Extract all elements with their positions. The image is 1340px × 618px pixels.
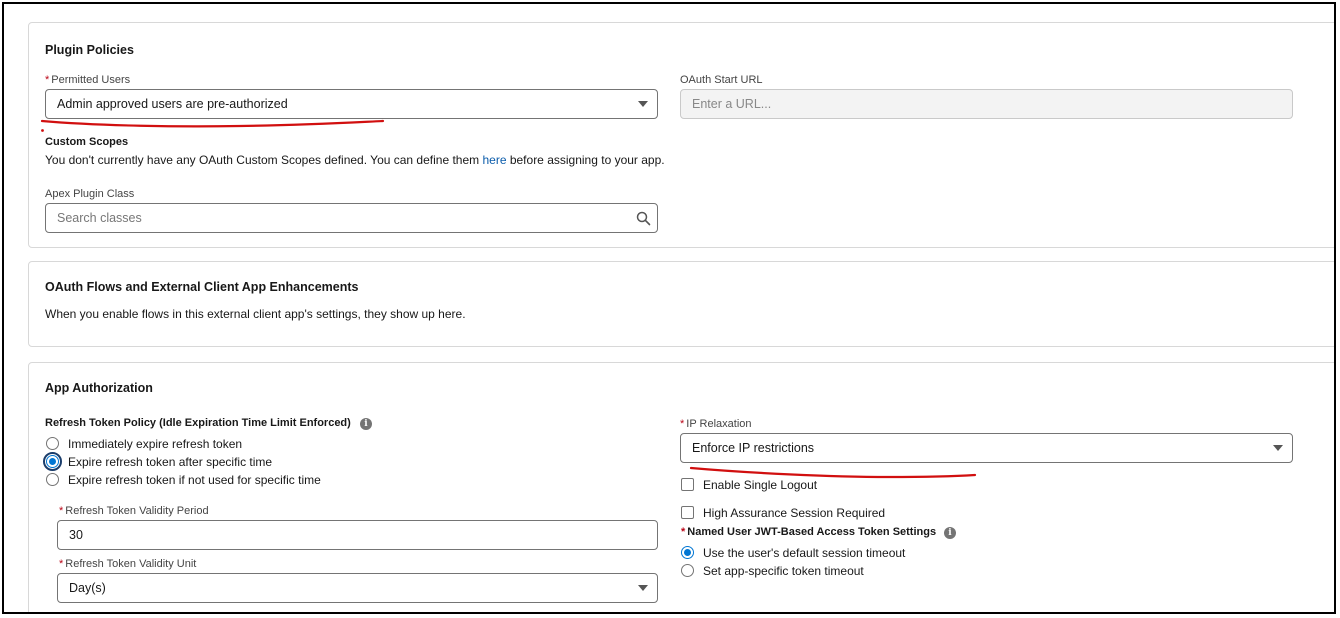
oauth-start-url-input[interactable]: Enter a URL...	[680, 89, 1293, 119]
custom-scopes-title: Custom Scopes	[45, 136, 129, 148]
option-expire-if-unused-label: Expire refresh token if not used for spe…	[68, 473, 321, 487]
required-mark: *	[681, 526, 686, 538]
required-mark: *	[45, 74, 50, 86]
app-authorization-card: App Authorization Refresh Token Policy (…	[28, 362, 1334, 612]
plugin-policies-card: Plugin Policies * Permitted Users Admin a…	[28, 22, 1334, 248]
ip-relaxation-select[interactable]: Enforce IP restrictions	[680, 433, 1293, 463]
apex-plugin-class-label: Apex Plugin Class	[45, 188, 135, 200]
chevron-down-icon	[638, 585, 648, 591]
oauth-start-url-label: OAuth Start URL	[680, 74, 763, 86]
high-assurance-checkbox[interactable]	[681, 506, 694, 519]
refresh-token-validity-unit-select[interactable]: Day(s)	[57, 573, 658, 603]
radio-expire-after-time[interactable]	[46, 455, 59, 468]
option-immediately-expire-label: Immediately expire refresh token	[68, 437, 243, 451]
define-scopes-link[interactable]: here	[482, 153, 506, 167]
refresh-token-validity-period-label: * Refresh Token Validity Period	[59, 505, 209, 517]
radio-immediately-expire[interactable]	[46, 437, 59, 450]
app-authorization-title: App Authorization	[45, 381, 153, 395]
oauth-start-url-placeholder: Enter a URL...	[692, 97, 772, 111]
oauth-flows-card: OAuth Flows and External Client App Enha…	[28, 261, 1334, 347]
info-icon[interactable]: i	[360, 418, 372, 430]
refresh-token-validity-period-value: 30	[69, 528, 83, 542]
required-mark: *	[680, 418, 685, 430]
radio-app-specific-timeout[interactable]	[681, 564, 694, 577]
required-mark: *	[59, 558, 64, 570]
radio-default-session-timeout[interactable]	[681, 546, 694, 559]
permitted-users-label: * Permitted Users	[45, 74, 131, 86]
apex-plugin-class-placeholder: Search classes	[57, 211, 142, 225]
permitted-users-value: Admin approved users are pre-authorized	[57, 97, 288, 111]
permitted-users-select[interactable]: Admin approved users are pre-authorized	[45, 89, 658, 119]
named-user-jwt-label: * Named User JWT-Based Access Token Setti…	[681, 526, 937, 538]
chevron-down-icon	[1273, 445, 1283, 451]
refresh-token-validity-period-input[interactable]: 30	[57, 520, 658, 550]
plugin-policies-title: Plugin Policies	[45, 43, 134, 57]
custom-scopes-description: You don't currently have any OAuth Custo…	[45, 153, 665, 167]
chevron-down-icon	[638, 101, 648, 107]
refresh-token-validity-unit-label: * Refresh Token Validity Unit	[59, 558, 197, 570]
refresh-token-validity-unit-value: Day(s)	[69, 581, 106, 595]
red-dot-annotation	[41, 129, 44, 132]
red-underline-permitted-users	[40, 119, 385, 128]
info-icon[interactable]: i	[944, 527, 956, 539]
oauth-flows-description: When you enable flows in this external c…	[45, 307, 466, 321]
screenshot-frame: Plugin Policies * Permitted Users Admin a…	[2, 2, 1336, 614]
red-underline-ip-relaxation	[689, 466, 977, 479]
search-icon[interactable]	[636, 211, 651, 226]
option-expire-after-time-label: Expire refresh token after specific time	[68, 455, 273, 469]
option-default-session-timeout-label: Use the user's default session timeout	[703, 546, 906, 560]
required-mark: *	[59, 505, 64, 517]
refresh-token-policy-label: Refresh Token Policy (Idle Expiration Ti…	[45, 417, 351, 429]
ip-relaxation-value: Enforce IP restrictions	[692, 441, 815, 455]
apex-plugin-class-search-input[interactable]: Search classes	[45, 203, 658, 233]
radio-expire-if-unused[interactable]	[46, 473, 59, 486]
option-app-specific-timeout-label: Set app-specific token timeout	[703, 564, 864, 578]
high-assurance-label: High Assurance Session Required	[703, 506, 886, 520]
ip-relaxation-label: * IP Relaxation	[680, 418, 752, 430]
oauth-flows-title: OAuth Flows and External Client App Enha…	[45, 280, 359, 294]
enable-single-logout-label: Enable Single Logout	[703, 478, 818, 492]
